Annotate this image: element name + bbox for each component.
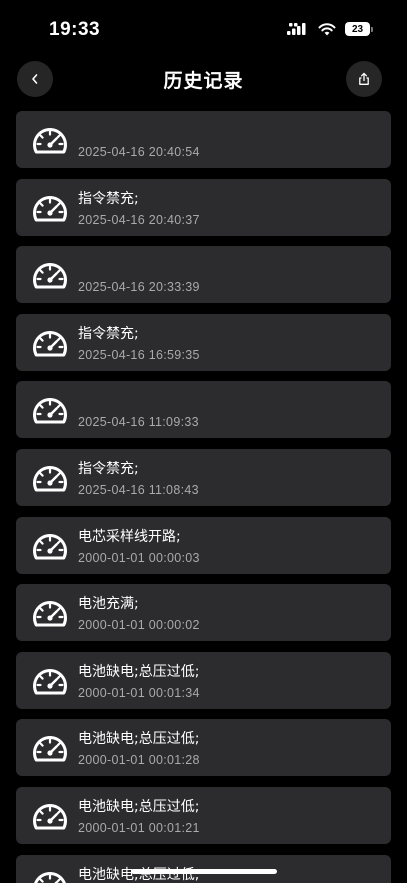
- status-time: 19:33: [49, 19, 101, 40]
- speedometer-icon: [33, 398, 67, 424]
- speedometer-icon: [33, 330, 67, 357]
- record-title: 电池缺电;总压过低;: [78, 731, 200, 748]
- record-time: 2000-01-01 00:01:28: [78, 753, 200, 768]
- battery-level: 23: [345, 22, 370, 36]
- share-button[interactable]: [346, 61, 382, 97]
- record-time: 2000-01-01 00:01:21: [78, 820, 200, 835]
- history-record[interactable]: 电池缺电;总压过低; 2000-01-01 00:01:21: [16, 786, 391, 844]
- record-time: 2025-04-16 20:40:54: [78, 145, 200, 159]
- history-record[interactable]: 电池缺电;总压过低; 2000-01-01 00:01:34: [16, 651, 391, 709]
- history-record[interactable]: 电池缺电;总压过低; 2000-01-01 00:01:28: [16, 719, 391, 777]
- record-title: 指令禁充;: [78, 460, 139, 477]
- speedometer-icon: [33, 803, 67, 830]
- record-title: 指令禁充;: [78, 190, 139, 207]
- battery-icon: 23: [345, 22, 373, 36]
- history-record[interactable]: 指令禁充; 2025-04-16 20:40:37: [16, 178, 391, 236]
- record-title: 电池充满;: [78, 596, 139, 613]
- record-time: 2000-01-01 00:00:02: [78, 618, 200, 633]
- record-title: 电池缺电;总压过低;: [78, 663, 200, 680]
- speedometer-icon: [33, 668, 67, 695]
- history-record[interactable]: 2025-04-16 20:40:54: [16, 111, 391, 168]
- record-time: 2025-04-16 20:40:37: [78, 212, 200, 227]
- status-bar: 19:33 23: [0, 0, 407, 56]
- cellular-signal-icon: [287, 23, 306, 35]
- nav-bar: 历史记录: [0, 58, 407, 100]
- speedometer-icon: [33, 533, 67, 560]
- speedometer-icon: [33, 195, 67, 222]
- record-time: 2025-04-16 11:09:33: [78, 415, 199, 430]
- record-time: 2000-01-01 00:00:03: [78, 550, 200, 565]
- history-screen: 19:33 23 历史记录 2025-04-16 20:40:54 指令禁充; …: [0, 0, 407, 883]
- record-title: 电芯采样线开路;: [78, 528, 181, 545]
- record-time: 2025-04-16 11:08:43: [78, 482, 199, 497]
- speedometer-icon: [33, 601, 67, 627]
- speedometer-icon: [33, 871, 67, 883]
- speedometer-icon: [33, 127, 67, 154]
- record-time: 2000-01-01 00:01:34: [78, 685, 200, 700]
- speedometer-icon: [33, 736, 67, 762]
- wifi-icon: [318, 22, 336, 35]
- speedometer-icon: [33, 465, 67, 492]
- home-indicator[interactable]: [131, 869, 277, 874]
- share-icon: [359, 72, 369, 85]
- history-record[interactable]: 指令禁充; 2025-04-16 11:08:43: [16, 448, 391, 506]
- status-icons: 23: [287, 22, 373, 36]
- record-time: 2025-04-16 16:59:35: [78, 347, 200, 362]
- record-time: 2025-04-16 20:33:39: [78, 280, 200, 295]
- history-list: 2025-04-16 20:40:54 指令禁充; 2025-04-16 20:…: [16, 111, 391, 883]
- history-record[interactable]: 2025-04-16 20:33:39: [16, 246, 391, 304]
- record-title: 电池缺电;总压过低;: [78, 798, 200, 815]
- speedometer-icon: [33, 263, 67, 289]
- history-record[interactable]: 指令禁充; 2025-04-16 16:59:35: [16, 313, 391, 371]
- record-title: 指令禁充;: [78, 325, 139, 342]
- history-record[interactable]: 电芯采样线开路; 2000-01-01 00:00:03: [16, 516, 391, 574]
- history-record[interactable]: 2025-04-16 11:09:33: [16, 381, 391, 439]
- history-record[interactable]: 电池充满; 2000-01-01 00:00:02: [16, 584, 391, 642]
